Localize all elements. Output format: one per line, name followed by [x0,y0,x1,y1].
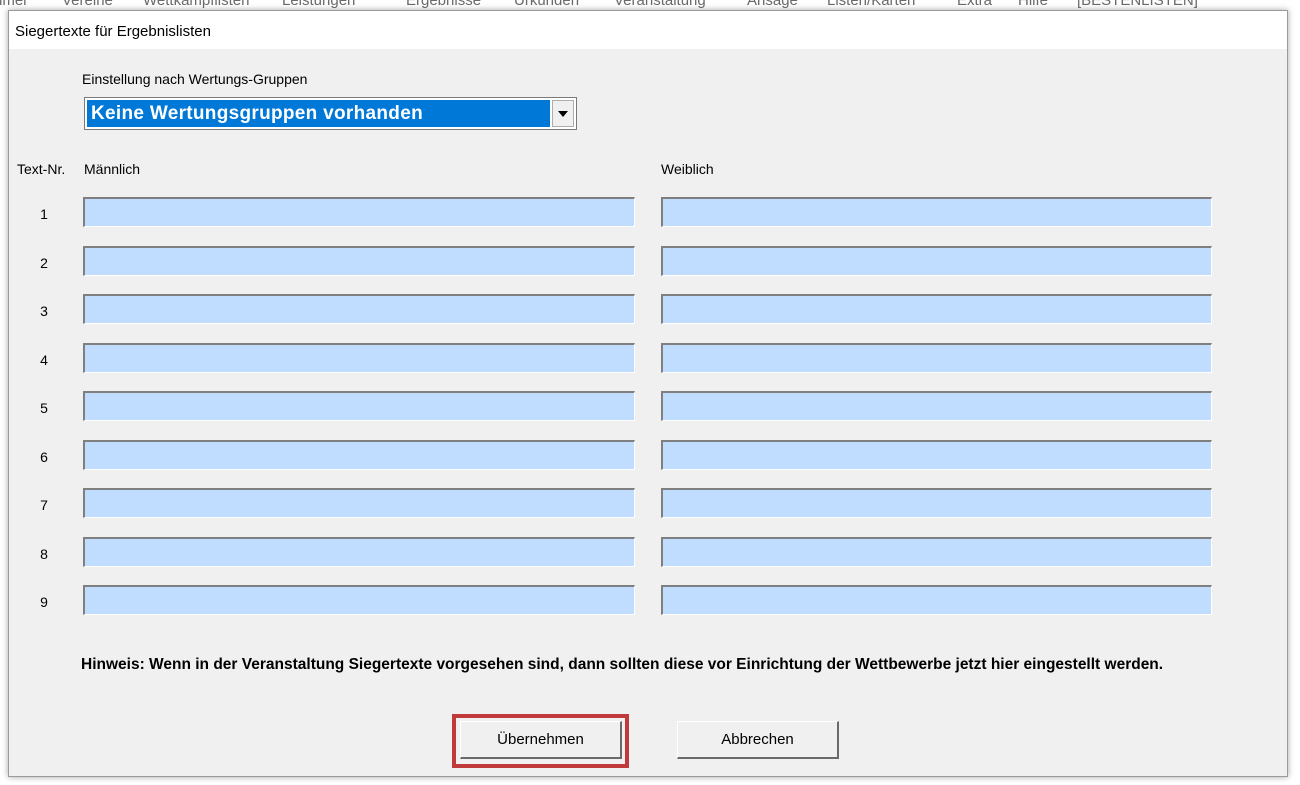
male-text-field[interactable] [83,294,635,324]
row-number: 4 [40,351,48,368]
male-text-field[interactable] [83,585,635,615]
row-number: 3 [40,303,48,319]
wertungsgruppen-dropdown[interactable]: Keine Wertungsgruppen vorhanden [84,97,577,130]
menu-item[interactable]: Ansage [747,0,798,9]
row-number: 8 [40,545,48,562]
female-text-field[interactable] [661,294,1212,324]
menu-item[interactable]: Ergebnisse [406,0,481,9]
dropdown-button[interactable] [552,100,574,127]
male-text-field[interactable] [83,536,635,567]
male-text-field[interactable] [83,391,635,421]
col-header-textnr: Text-Nr. [17,161,66,177]
dialog-title: Siegertexte für Ergebnislisten [15,23,211,40]
female-text-field[interactable] [661,488,1212,518]
row-number: 7 [40,497,48,513]
apply-button[interactable]: Übernehmen [460,721,622,759]
chevron-down-icon [558,110,568,117]
male-text-field[interactable] [83,342,635,373]
female-text-field[interactable] [661,439,1212,470]
female-text-field[interactable] [661,391,1212,421]
menu-item[interactable]: Urkunden [514,0,579,9]
dropdown-selected-value: Keine Wertungsgruppen vorhanden [87,100,550,127]
menu-item[interactable]: [BESTENLISTEN] [1077,0,1198,9]
female-text-field[interactable] [661,245,1212,276]
female-text-field[interactable] [661,342,1212,373]
dialog-titlebar[interactable]: Siegertexte für Ergebnislisten [9,11,1287,49]
male-text-field[interactable] [83,488,635,518]
group-label: Einstellung nach Wertungs-Gruppen [82,71,308,87]
menu-item[interactable]: Leistungen [282,0,355,9]
menu-item[interactable]: Veranstaltung [614,0,706,9]
row-number: 9 [40,594,48,610]
col-header-male: Männlich [84,161,141,177]
row-number: 2 [40,254,48,271]
siegertexte-dialog: Siegertexte für Ergebnislisten Einstellu… [8,10,1288,777]
row-number: 6 [40,448,48,465]
male-text-field[interactable] [83,245,635,276]
menu-item[interactable]: Hilfe [1018,0,1048,9]
row-number: 1 [40,206,48,222]
menu-item[interactable]: Vereine [62,0,113,9]
menu-item[interactable]: Wettkampflisten [143,0,249,9]
menu-item[interactable]: Extra [957,0,992,9]
male-text-field[interactable] [83,197,635,227]
menu-item[interactable]: Listen/Karten [827,0,915,9]
female-text-field[interactable] [661,197,1212,227]
male-text-field[interactable] [83,439,635,470]
menu-item[interactable]: nmer [0,0,28,9]
col-header-female: Weiblich [661,161,714,177]
cancel-button[interactable]: Abbrechen [677,721,839,759]
hint-text: Hinweis: Wenn in der Veranstaltung Siege… [81,656,1164,673]
row-number: 5 [40,400,48,416]
female-text-field[interactable] [661,585,1212,615]
female-text-field[interactable] [661,536,1212,567]
